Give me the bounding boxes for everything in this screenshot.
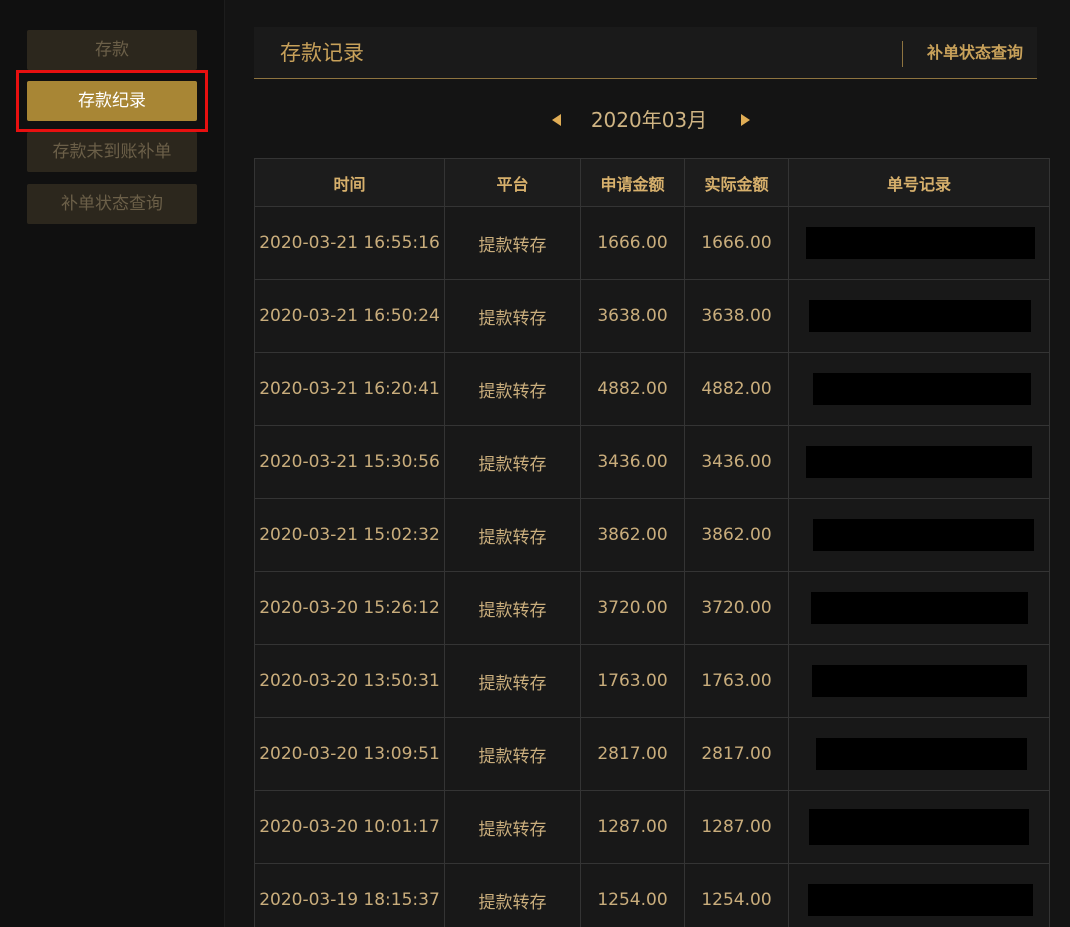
header-divider: [902, 41, 903, 67]
cell-actual-amount: 1254.00: [684, 863, 789, 927]
cell-actual-amount: 1666.00: [684, 206, 789, 280]
cell-actual-amount: 3638.00: [684, 279, 789, 353]
redacted-order-number: [815, 738, 1027, 770]
cell-platform: 提款转存: [444, 571, 581, 645]
next-month-icon[interactable]: [741, 114, 750, 126]
table-header-row: 时间 平台 申请金额 实际金额 单号记录: [254, 158, 1050, 207]
cell-actual-amount: 3436.00: [684, 425, 789, 499]
table-row: 2020-03-20 15:26:12 提款转存 3720.00 3720.00: [254, 571, 1050, 645]
prev-month-icon[interactable]: [552, 114, 561, 126]
table-row: 2020-03-21 15:30:56 提款转存 3436.00 3436.00: [254, 425, 1050, 499]
redacted-order-number: [805, 227, 1035, 259]
column-header-time: 时间: [254, 158, 445, 207]
sidebar-item-deposit-records[interactable]: 存款纪录: [27, 81, 197, 121]
cell-time: 2020-03-19 18:15:37: [254, 863, 445, 927]
redacted-order-number: [809, 809, 1029, 845]
cell-order-number: [788, 644, 1050, 718]
cell-requested-amount: 3436.00: [580, 425, 685, 499]
cell-order-number: [788, 717, 1050, 791]
cell-platform: 提款转存: [444, 352, 581, 426]
redacted-order-number: [806, 446, 1032, 478]
cell-time: 2020-03-20 13:50:31: [254, 644, 445, 718]
cell-actual-amount: 2817.00: [684, 717, 789, 791]
redacted-order-number: [809, 300, 1031, 332]
cell-requested-amount: 1287.00: [580, 790, 685, 864]
column-header-actual-amount: 实际金额: [684, 158, 789, 207]
cell-time: 2020-03-21 15:02:32: [254, 498, 445, 572]
cell-time: 2020-03-20 13:09:51: [254, 717, 445, 791]
cell-requested-amount: 1666.00: [580, 206, 685, 280]
table-row: 2020-03-21 16:20:41 提款转存 4882.00 4882.00: [254, 352, 1050, 426]
cell-requested-amount: 1763.00: [580, 644, 685, 718]
cell-actual-amount: 1287.00: [684, 790, 789, 864]
redacted-order-number: [813, 373, 1031, 405]
table-row: 2020-03-20 13:09:51 提款转存 2817.00 2817.00: [254, 717, 1050, 791]
table-row: 2020-03-21 15:02:32 提款转存 3862.00 3862.00: [254, 498, 1050, 572]
cell-time: 2020-03-21 15:30:56: [254, 425, 445, 499]
cell-requested-amount: 3862.00: [580, 498, 685, 572]
sidebar-item-supplement-status[interactable]: 补单状态查询: [27, 184, 197, 224]
cell-order-number: [788, 352, 1050, 426]
table-row: 2020-03-20 13:50:31 提款转存 1763.00 1763.00: [254, 644, 1050, 718]
app-root: 存款 存款纪录 存款未到账补单 补单状态查询 存款记录 补单状态查询 2020年…: [0, 0, 1070, 927]
cell-order-number: [788, 790, 1050, 864]
cell-time: 2020-03-21 16:20:41: [254, 352, 445, 426]
sidebar-item-deposit[interactable]: 存款: [27, 30, 197, 70]
month-navigator: 2020年03月: [254, 98, 1037, 142]
page-header: 存款记录 补单状态查询: [254, 27, 1037, 79]
redacted-order-number: [810, 592, 1028, 624]
redacted-order-number: [807, 884, 1033, 916]
cell-platform: 提款转存: [444, 279, 581, 353]
table-row: 2020-03-20 10:01:17 提款转存 1287.00 1287.00: [254, 790, 1050, 864]
cell-actual-amount: 3720.00: [684, 571, 789, 645]
cell-actual-amount: 4882.00: [684, 352, 789, 426]
cell-requested-amount: 2817.00: [580, 717, 685, 791]
cell-order-number: [788, 863, 1050, 927]
main-panel: 存款记录 补单状态查询 2020年03月 时间 平台 申请金额 实际金额 单号记…: [226, 0, 1070, 927]
supplement-status-link[interactable]: 补单状态查询: [927, 27, 1023, 79]
cell-platform: 提款转存: [444, 717, 581, 791]
current-month: 2020年03月: [590, 108, 708, 132]
sidebar: 存款 存款纪录 存款未到账补单 补单状态查询: [0, 0, 225, 927]
cell-platform: 提款转存: [444, 790, 581, 864]
cell-order-number: [788, 279, 1050, 353]
sidebar-item-missing-deposit[interactable]: 存款未到账补单: [27, 132, 197, 172]
cell-time: 2020-03-20 15:26:12: [254, 571, 445, 645]
cell-requested-amount: 1254.00: [580, 863, 685, 927]
cell-actual-amount: 3862.00: [684, 498, 789, 572]
table-row: 2020-03-19 18:15:37 提款转存 1254.00 1254.00: [254, 863, 1050, 927]
redacted-order-number: [812, 519, 1034, 551]
table-row: 2020-03-21 16:50:24 提款转存 3638.00 3638.00: [254, 279, 1050, 353]
cell-requested-amount: 4882.00: [580, 352, 685, 426]
table-row: 2020-03-21 16:55:16 提款转存 1666.00 1666.00: [254, 206, 1050, 280]
cell-platform: 提款转存: [444, 644, 581, 718]
cell-order-number: [788, 571, 1050, 645]
cell-time: 2020-03-20 10:01:17: [254, 790, 445, 864]
column-header-requested-amount: 申请金额: [580, 158, 685, 207]
deposit-records-table: 时间 平台 申请金额 实际金额 单号记录 2020-03-21 16:55:16…: [254, 158, 1050, 927]
cell-platform: 提款转存: [444, 863, 581, 927]
cell-platform: 提款转存: [444, 498, 581, 572]
column-header-platform: 平台: [444, 158, 581, 207]
redacted-order-number: [811, 665, 1027, 697]
cell-requested-amount: 3720.00: [580, 571, 685, 645]
cell-actual-amount: 1763.00: [684, 644, 789, 718]
cell-time: 2020-03-21 16:50:24: [254, 279, 445, 353]
column-header-order-number: 单号记录: [788, 158, 1050, 207]
cell-platform: 提款转存: [444, 425, 581, 499]
cell-requested-amount: 3638.00: [580, 279, 685, 353]
cell-order-number: [788, 498, 1050, 572]
cell-order-number: [788, 206, 1050, 280]
cell-time: 2020-03-21 16:55:16: [254, 206, 445, 280]
cell-order-number: [788, 425, 1050, 499]
page-title: 存款记录: [280, 41, 364, 65]
cell-platform: 提款转存: [444, 206, 581, 280]
